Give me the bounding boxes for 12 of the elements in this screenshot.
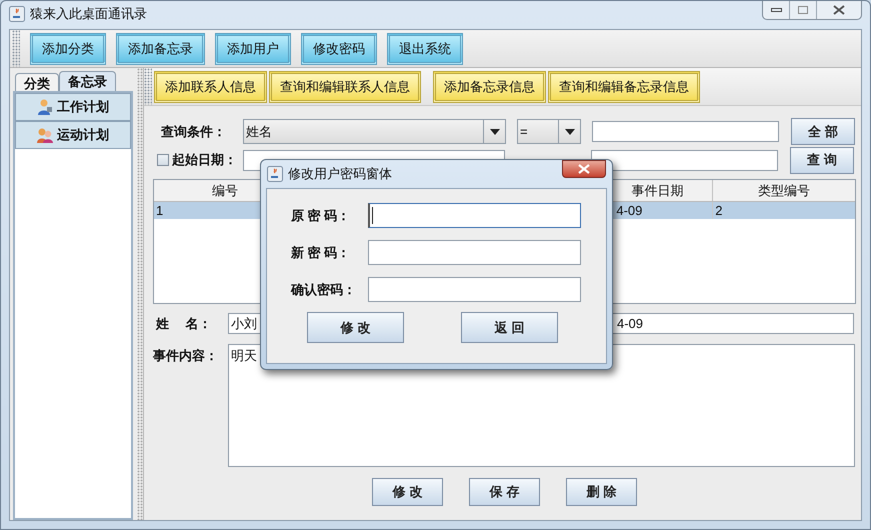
window-title: 猿来入此桌面通讯录: [30, 6, 147, 22]
start-date-label: 起始日期：: [172, 151, 237, 170]
query-condition-label: 查询条件：: [160, 122, 227, 141]
category-label: 运动计划: [57, 126, 109, 144]
content-label: 事件内容：: [153, 347, 219, 365]
password-label: 新 密 码：: [290, 244, 352, 262]
column-header: 类型编号: [757, 182, 812, 200]
table-cell-text: 2: [714, 202, 724, 219]
dialog-title: 修改用户密码窗体: [288, 166, 392, 182]
password-label: 确认密码：: [290, 280, 357, 299]
name-label: 姓 名：: [154, 314, 213, 333]
category-label: 工作计划: [57, 98, 109, 116]
